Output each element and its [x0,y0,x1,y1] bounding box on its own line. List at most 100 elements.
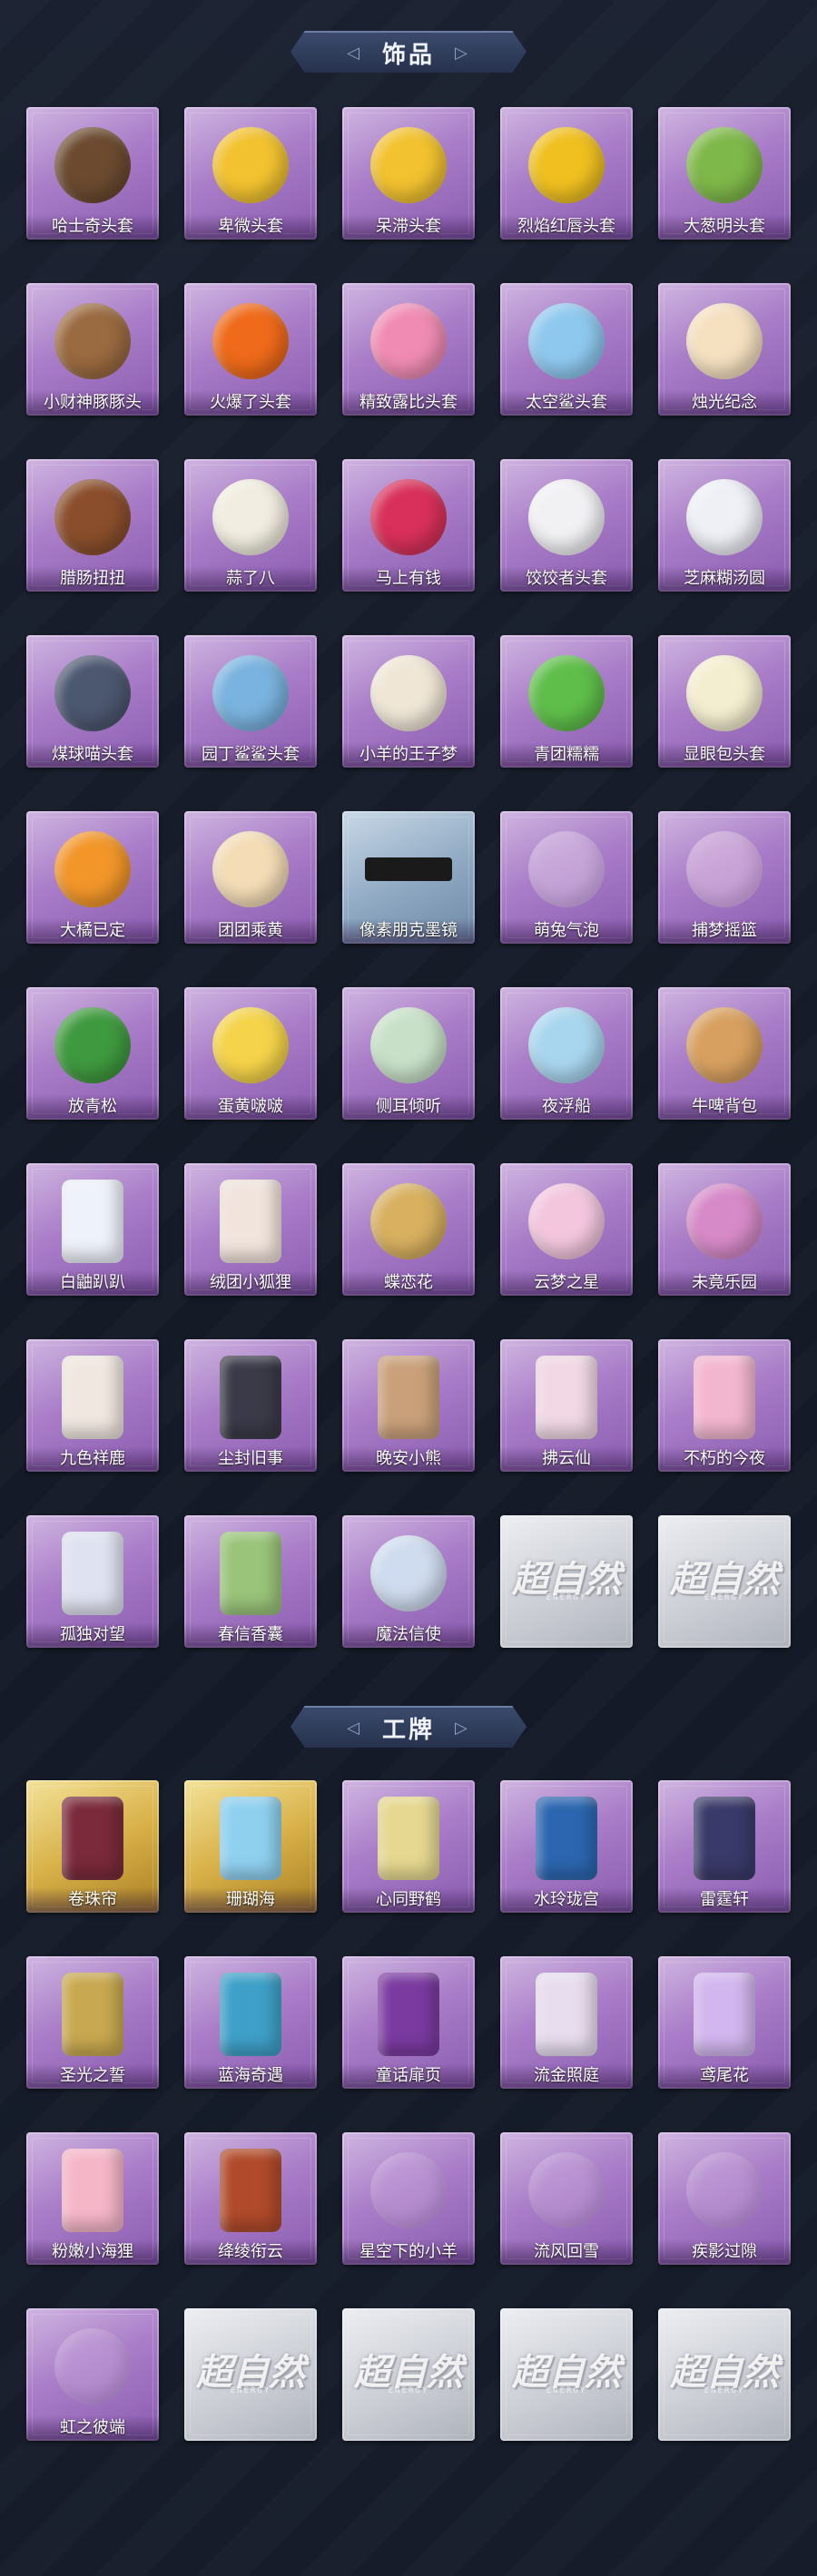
item-card[interactable]: 烛光纪念 [658,283,791,416]
item-name: 孤独对望 [26,1622,159,1648]
item-card[interactable]: 雷霆轩 [658,1780,791,1913]
section-title-text: 工牌 [381,1716,435,1744]
item-name: 大葱明头套 [658,214,791,240]
item-card[interactable]: 呆滞头套 [342,107,475,240]
item-thumbnail [370,1535,447,1612]
item-thumbnail [378,1356,439,1440]
item-card[interactable]: 不朽的今夜 [658,1339,791,1472]
item-name: 蝶恋花 [342,1270,475,1296]
item-card[interactable]: 蛋黄啵啵 [184,987,317,1120]
item-name: 虹之彼端 [26,2415,159,2441]
item-card[interactable]: 马上有钱 [342,459,475,592]
item-card[interactable]: 牛啤背包 [658,987,791,1120]
item-thumbnail [694,1973,755,2057]
locked-item-card[interactable]: 超自然 ENERGY [342,2308,475,2441]
item-card[interactable]: 太空鲨头套 [500,283,633,416]
item-card[interactable]: 虹之彼端 [26,2308,159,2441]
item-card[interactable]: 小财神豚豚头 [26,283,159,416]
item-card[interactable]: 疾影过隙 [658,2132,791,2265]
item-thumbnail [536,1797,597,1881]
item-card[interactable]: 卑微头套 [184,107,317,240]
badges-grid: 卷珠帘 珊瑚海 心同野鹤 水玲珑宫 雷霆轩圣光之誓 蓝海奇遇 童话扉页 流金照庭 鸢尾花粉嫩小海… [26,1780,791,2441]
item-card[interactable]: 九色祥鹿 [26,1339,159,1472]
item-card[interactable]: 晚安小熊 [342,1339,475,1472]
item-card[interactable]: 白鼬趴趴 [26,1163,159,1296]
item-thumbnail [62,1356,123,1440]
item-name: 春信香囊 [184,1622,317,1648]
item-card[interactable]: 卷珠帘 [26,1780,159,1913]
item-thumbnail [528,479,605,556]
item-name: 蒜了八 [184,566,317,592]
item-card[interactable]: 绛绫衔云 [184,2132,317,2265]
item-card[interactable]: 鸢尾花 [658,1956,791,2089]
item-card[interactable]: 萌兔气泡 [500,811,633,944]
item-card[interactable]: 煤球喵头套 [26,635,159,768]
item-card[interactable]: 团团乘黄 [184,811,317,944]
item-card[interactable]: 小羊的王子梦 [342,635,475,768]
ornament-left-icon: ◁ [347,43,362,63]
item-thumbnail [370,2152,447,2229]
item-card[interactable]: 孤独对望 [26,1515,159,1648]
item-card[interactable]: 饺饺者头套 [500,459,633,592]
item-name: 青团糯糯 [500,742,633,768]
item-card[interactable]: 蒜了八 [184,459,317,592]
item-thumbnail [694,1797,755,1881]
item-card[interactable]: 绒团小狐狸 [184,1163,317,1296]
ornament-left-icon: ◁ [347,1718,362,1738]
locked-item-card[interactable]: 超自然 ENERGY [658,1515,791,1648]
item-thumbnail [528,303,605,380]
item-card[interactable]: 童话扉页 [342,1956,475,2089]
item-card[interactable]: 圣光之誓 [26,1956,159,2089]
item-card[interactable]: 云梦之星 [500,1163,633,1296]
item-thumbnail [536,1356,597,1440]
accessories-grid: 哈士奇头套 卑微头套 呆滞头套 烈焰红唇头套 大葱明头套小财神豚豚头 火爆了头套 精致露比头… [26,107,791,1648]
item-card[interactable]: 心同野鹤 [342,1780,475,1913]
item-card[interactable]: 火爆了头套 [184,283,317,416]
item-thumbnail [212,479,289,556]
item-card[interactable]: 春信香囊 [184,1515,317,1648]
item-thumbnail [686,303,763,380]
item-card[interactable]: 腊肠扭扭 [26,459,159,592]
item-card[interactable]: 蝶恋花 [342,1163,475,1296]
item-card[interactable]: 星空下的小羊 [342,2132,475,2265]
item-name: 火爆了头套 [184,390,317,416]
item-card[interactable]: 园丁鲨鲨头套 [184,635,317,768]
item-card[interactable]: 夜浮船 [500,987,633,1120]
ornament-right-icon: ▷ [455,1718,470,1738]
item-card[interactable]: 青团糯糯 [500,635,633,768]
item-card[interactable]: 放青松 [26,987,159,1120]
locked-item-card[interactable]: 超自然 ENERGY [184,2308,317,2441]
item-card[interactable]: 侧耳倾听 [342,987,475,1120]
item-thumbnail [220,1532,281,1616]
item-card[interactable]: 魔法信使 [342,1515,475,1648]
item-name: 放青松 [26,1094,159,1120]
item-card[interactable]: 大葱明头套 [658,107,791,240]
item-name: 不朽的今夜 [658,1446,791,1472]
item-card[interactable]: 大橘已定 [26,811,159,944]
item-card[interactable]: 尘封旧事 [184,1339,317,1472]
item-card[interactable]: 珊瑚海 [184,1780,317,1913]
item-thumbnail [370,127,447,204]
item-card[interactable]: 哈士奇头套 [26,107,159,240]
item-name: 太空鲨头套 [500,390,633,416]
item-card[interactable]: 拂云仙 [500,1339,633,1472]
item-card[interactable]: 水玲珑宫 [500,1780,633,1913]
locked-item-card[interactable]: 超自然 ENERGY [500,1515,633,1648]
item-card[interactable]: 芝麻糊汤圆 [658,459,791,592]
item-card[interactable]: 流风回雪 [500,2132,633,2265]
locked-item-card[interactable]: 超自然 ENERGY [658,2308,791,2441]
item-card[interactable]: 精致露比头套 [342,283,475,416]
item-card[interactable]: 像素朋克墨镜 [342,811,475,944]
item-thumbnail [370,1007,447,1084]
item-card[interactable]: 流金照庭 [500,1956,633,2089]
item-name: 马上有钱 [342,566,475,592]
item-card[interactable]: 未竟乐园 [658,1163,791,1296]
item-card[interactable]: 粉嫩小海狸 [26,2132,159,2265]
item-name: 未竟乐园 [658,1270,791,1296]
item-card[interactable]: 显眼包头套 [658,635,791,768]
placeholder-logo-sub: ENERGY [388,2386,429,2395]
item-card[interactable]: 烈焰红唇头套 [500,107,633,240]
locked-item-card[interactable]: 超自然 ENERGY [500,2308,633,2441]
item-card[interactable]: 蓝海奇遇 [184,1956,317,2089]
item-card[interactable]: 捕梦摇篮 [658,811,791,944]
